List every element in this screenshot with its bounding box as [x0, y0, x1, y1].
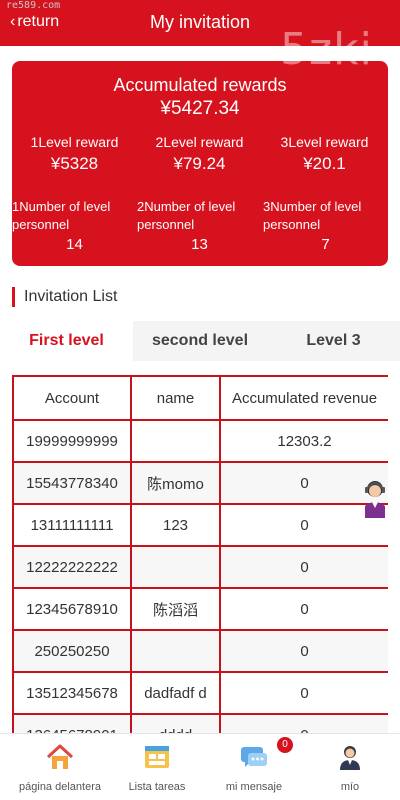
level2-reward-value: ¥79.24 — [173, 154, 226, 173]
cell-account: 13111111111 — [12, 503, 132, 547]
profile-icon — [340, 746, 360, 770]
table-row: 250250250 0 — [12, 629, 388, 673]
customer-support-icon[interactable] — [362, 478, 388, 520]
accumulated-rewards-label: Accumulated rewards — [113, 75, 287, 95]
nav-item-home[interactable]: página delantera — [10, 734, 110, 800]
cell-account: 19999999999 — [12, 419, 132, 463]
table-row: 19999999999 12303.2 — [12, 419, 388, 463]
nav-label-tasks: Lista tareas — [128, 781, 186, 793]
level2-personnel-value: 13 — [191, 236, 208, 253]
cell-name: dadfadf d — [130, 671, 221, 715]
accumulated-rewards-value: ¥5427.34 — [160, 98, 240, 119]
tab-second-level[interactable]: second level — [133, 321, 267, 361]
cell-name: 陈momo — [130, 461, 221, 505]
bottom-navigation: página delantera Lista tareas mi mensaje — [0, 733, 400, 800]
column-header-account: Account — [12, 375, 132, 421]
level1-personnel: 1Number of level personnel 14 — [12, 198, 137, 253]
level3-personnel-value: 7 — [321, 236, 330, 253]
level3-reward-label: 3Level reward — [280, 134, 369, 150]
table-row: 13111111111 123 0 — [12, 503, 388, 547]
level-tabs: First level second level Level 3 — [0, 321, 400, 361]
cell-name — [130, 419, 221, 463]
level3-reward: 3Level reward ¥20.1 — [262, 134, 387, 174]
message-icon — [241, 747, 267, 767]
watermark-text: re589.com — [6, 0, 61, 11]
table-row: 12222222222 0 — [12, 545, 388, 589]
level3-reward-value: ¥20.1 — [303, 154, 346, 173]
home-icon — [46, 744, 74, 769]
task-list-icon — [145, 746, 169, 768]
level1-personnel-value: 14 — [66, 236, 83, 253]
cell-name — [130, 629, 221, 673]
cell-revenue: 12303.2 — [219, 419, 388, 463]
cell-revenue: 0 — [219, 545, 388, 589]
level1-reward-label: 1Level reward — [30, 134, 119, 150]
cell-revenue: 0 — [219, 629, 388, 673]
cell-account: 15543778340 — [12, 461, 132, 505]
table-row: 13512345678 dadfadf d 0 — [12, 671, 388, 715]
level3-personnel-label: 3Number of level personnel — [263, 199, 362, 232]
table-row: 12345678910 陈滔滔 0 — [12, 587, 388, 631]
cell-account: 250250250 — [12, 629, 132, 673]
watermark-logo: 5zki — [280, 24, 373, 75]
level1-personnel-label: 1Number of level personnel — [12, 199, 111, 232]
nav-label-profile: mío — [340, 781, 360, 793]
tab-level-3[interactable]: Level 3 — [267, 321, 400, 361]
cell-account: 12345678910 — [12, 587, 132, 631]
cell-name — [130, 545, 221, 589]
level1-reward-value: ¥5328 — [50, 154, 99, 173]
nav-item-tasks[interactable]: Lista tareas — [107, 734, 207, 800]
table-header-row: Account name Accumulated revenue — [12, 375, 388, 421]
level3-personnel: 3Number of level personnel 7 — [263, 198, 388, 253]
level2-personnel: 2Number of level personnel 13 — [137, 198, 262, 253]
table-row: 15543778340 陈momo 0 — [12, 461, 388, 505]
message-count-badge: 0 — [277, 737, 293, 753]
level2-personnel-label: 2Number of level personnel — [137, 199, 236, 232]
table-row: 13645678901 dddd 0 — [12, 713, 388, 733]
cell-name: 123 — [130, 503, 221, 547]
level2-reward: 2Level reward ¥79.24 — [137, 134, 262, 174]
rewards-summary-card: Accumulated rewards ¥5427.34 1Level rewa… — [12, 61, 388, 266]
invitation-table-container[interactable]: Account name Accumulated revenue 1999999… — [12, 375, 388, 733]
column-header-name: name — [130, 375, 221, 421]
cell-account: 13645678901 — [12, 713, 132, 733]
cell-name: dddd — [130, 713, 221, 733]
cell-account: 12222222222 — [12, 545, 132, 589]
cell-revenue: 0 — [219, 587, 388, 631]
nav-label-messages: mi mensaje — [225, 781, 283, 793]
cell-revenue: 0 — [219, 671, 388, 715]
cell-revenue: 0 — [219, 713, 388, 733]
cell-name: 陈滔滔 — [130, 587, 221, 631]
nav-item-profile[interactable]: mío — [300, 734, 400, 800]
level1-reward: 1Level reward ¥5328 — [12, 134, 137, 174]
level2-reward-label: 2Level reward — [155, 134, 244, 150]
cell-account: 13512345678 — [12, 671, 132, 715]
column-header-revenue: Accumulated revenue — [219, 375, 388, 421]
invitation-list-title: Invitation List — [12, 287, 117, 307]
tab-first-level[interactable]: First level — [0, 321, 133, 361]
nav-label-home: página delantera — [19, 781, 101, 793]
invitation-table: Account name Accumulated revenue 1999999… — [12, 375, 388, 733]
